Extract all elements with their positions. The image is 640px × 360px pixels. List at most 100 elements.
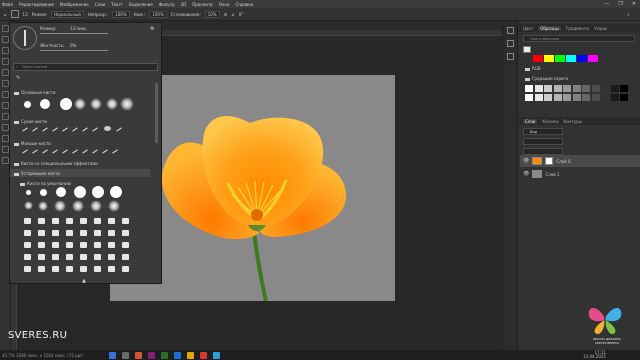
brush-tip[interactable] — [110, 186, 122, 198]
brush-tip[interactable] — [32, 149, 38, 154]
brush-tip[interactable] — [32, 127, 38, 132]
brush-tip[interactable] — [94, 230, 101, 236]
brush-group-dry[interactable]: Сухие кисти — [14, 119, 47, 124]
mode-select[interactable]: Нормальный — [51, 10, 84, 18]
brush-tip[interactable] — [108, 254, 115, 260]
brush-tip[interactable] — [22, 149, 28, 154]
brush-tip[interactable] — [52, 218, 59, 224]
brush-tip[interactable] — [24, 254, 31, 260]
pen-tool-icon[interactable] — [1, 124, 9, 131]
opacity-field[interactable]: 100% — [112, 10, 130, 18]
brush-tip[interactable] — [66, 254, 73, 260]
brush-tip[interactable] — [42, 149, 48, 154]
brush-tip[interactable] — [38, 242, 45, 248]
brush-tip[interactable] — [24, 266, 31, 272]
brush-tip[interactable] — [94, 218, 101, 224]
gray-swatch[interactable] — [582, 94, 590, 101]
swatch[interactable] — [577, 55, 587, 62]
brush-tip[interactable] — [122, 242, 129, 248]
brush-tip[interactable] — [80, 242, 87, 248]
brush-tip[interactable] — [94, 254, 101, 260]
gray-swatch[interactable] — [582, 85, 590, 92]
brush-tip[interactable] — [52, 230, 59, 236]
brush-tip[interactable] — [80, 266, 87, 272]
brush-tip[interactable] — [72, 149, 78, 154]
brush-tip[interactable] — [108, 242, 115, 248]
gray-swatch[interactable] — [525, 94, 533, 101]
brush-tip[interactable] — [66, 266, 73, 272]
menu-3d[interactable]: 3D — [181, 2, 187, 7]
brush-tip[interactable] — [80, 218, 87, 224]
tab-layers[interactable]: Слои — [523, 118, 538, 124]
app-icon[interactable] — [199, 351, 207, 359]
brush-tip[interactable] — [52, 266, 59, 272]
menu-view[interactable]: Просмотр — [192, 2, 213, 7]
layer-name[interactable]: Слой 1 — [545, 172, 559, 177]
gray-swatch[interactable] — [534, 94, 543, 101]
move-tool-icon[interactable] — [1, 25, 9, 32]
app-icon[interactable] — [186, 351, 194, 359]
foreground-color[interactable] — [523, 46, 531, 53]
size-value[interactable]: 13 пикс. — [70, 26, 87, 31]
tab-patterns[interactable]: Узоры — [594, 26, 607, 31]
marquee-tool-icon[interactable] — [1, 36, 9, 43]
gray-swatch[interactable] — [544, 94, 552, 101]
search-icon[interactable] — [121, 351, 129, 359]
gray-swatch[interactable] — [610, 85, 619, 92]
angle-value[interactable]: 0° — [239, 12, 244, 17]
brush-tip[interactable] — [62, 127, 68, 132]
brush-tip[interactable] — [120, 97, 134, 111]
brush-tip[interactable] — [102, 149, 108, 154]
menu-window[interactable]: Окно — [219, 2, 230, 7]
brush-tip[interactable] — [24, 218, 31, 224]
layer-row[interactable]: 👁 Слой 0 — [520, 155, 640, 167]
swatch-search-input[interactable]: Поиск образцов — [523, 35, 635, 42]
tab-swatches[interactable]: Образцы — [538, 25, 561, 31]
brush-group-default[interactable]: Кисти по умолчанию — [20, 181, 71, 186]
brush-tip[interactable] — [92, 186, 104, 198]
lock-options[interactable] — [523, 148, 563, 155]
layer-name[interactable]: Слой 0 — [556, 159, 570, 164]
minimize-button[interactable]: — — [604, 1, 609, 7]
app-icon[interactable] — [134, 351, 142, 359]
brush-tip[interactable] — [52, 149, 58, 154]
gray-swatch[interactable] — [525, 85, 533, 92]
gray-swatch[interactable] — [563, 85, 571, 92]
stamp-tool-icon[interactable] — [1, 91, 9, 98]
brush-group-wet[interactable]: Мокрые кисти — [14, 141, 51, 146]
brush-tip[interactable] — [66, 218, 73, 224]
brush-tip[interactable] — [60, 98, 72, 110]
gray-swatch[interactable] — [544, 85, 552, 92]
brush-tip[interactable] — [40, 189, 47, 196]
brush-tip[interactable] — [52, 242, 59, 248]
gear-icon[interactable]: ⚙ — [224, 12, 228, 17]
gray-swatch[interactable] — [601, 94, 609, 101]
brush-tip[interactable] — [90, 98, 102, 110]
brush-tip[interactable] — [38, 266, 45, 272]
layer-kind-filter[interactable]: Вид — [523, 128, 563, 135]
gray-swatch[interactable] — [553, 85, 562, 92]
brush-group-legacy[interactable]: Устаревшие кисти — [10, 169, 150, 177]
menu-text[interactable]: Текст — [111, 2, 123, 7]
gray-swatch[interactable] — [534, 85, 543, 92]
menu-image[interactable]: Изображение — [60, 2, 89, 7]
brush-tip[interactable] — [108, 200, 120, 212]
swatch[interactable] — [544, 55, 554, 62]
maximize-button[interactable]: ❐ — [618, 1, 622, 7]
tab-color[interactable]: Цвет — [523, 26, 533, 31]
tab-channels[interactable]: Каналы — [542, 119, 558, 124]
eye-icon[interactable]: 👁 — [523, 171, 529, 177]
brush-tip[interactable] — [42, 127, 48, 132]
brush-tip[interactable] — [80, 254, 87, 260]
close-button[interactable]: ✕ — [632, 1, 636, 7]
swatch[interactable] — [588, 55, 598, 62]
brush-tip[interactable] — [66, 230, 73, 236]
eyedropper-tool-icon[interactable] — [1, 69, 9, 76]
gear-icon[interactable]: ⚙ — [150, 26, 154, 32]
swatch-group-rgb[interactable]: RGB — [525, 66, 541, 71]
tab-paths[interactable]: Контуры — [563, 119, 581, 124]
brush-tip[interactable] — [66, 242, 73, 248]
menu-filter[interactable]: Фильтр — [159, 2, 175, 7]
size-slider[interactable] — [40, 33, 108, 34]
flow-field[interactable]: 100% — [149, 10, 167, 18]
